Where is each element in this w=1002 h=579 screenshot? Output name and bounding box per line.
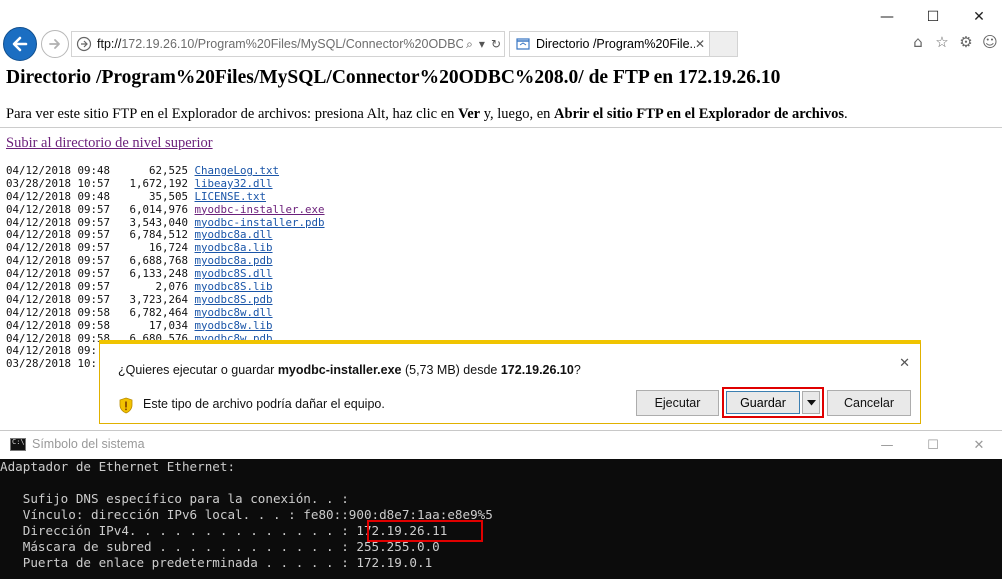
divider — [0, 127, 1002, 128]
cmd-maximize-button[interactable]: ☐ — [910, 432, 956, 458]
file-link[interactable]: myodbc8w.lib — [195, 319, 273, 332]
hint-part-2: Ver — [458, 106, 481, 122]
cmd-line-dns-suffix: Sufijo DNS específico para la conexión. … — [0, 491, 349, 506]
cancel-button[interactable]: Cancelar — [827, 390, 911, 416]
download-file-name: myodbc-installer.exe — [277, 363, 402, 377]
question-prefix: ¿Quieres ejecutar o guardar — [118, 363, 278, 377]
notification-close-icon[interactable]: ✕ — [899, 356, 910, 371]
file-link[interactable]: myodbc8w.dll — [195, 306, 273, 319]
back-button[interactable] — [3, 27, 37, 61]
hint-part-1: Para ver este sitio FTP en el Explorador… — [6, 106, 459, 122]
question-suffix: ? — [573, 363, 581, 377]
file-meta: 04/12/2018 09:58 17,034 — [6, 318, 195, 332]
file-link[interactable]: myodbc-installer.exe — [195, 203, 325, 216]
download-host: 172.19.26.10 — [500, 363, 574, 377]
cmd-icon — [10, 438, 26, 451]
ftp-folder-icon — [76, 36, 92, 52]
save-options-button[interactable] — [802, 391, 820, 414]
address-url[interactable]: ftp://172.19.26.10/Program%20Files/MySQL… — [97, 37, 463, 51]
file-meta: 04/12/2018 09:57 2,076 — [6, 280, 195, 294]
file-meta: 04/12/2018 09:57 6,784,512 — [6, 228, 195, 242]
address-url-prefix: ftp:// — [97, 37, 122, 51]
file-meta: 04/12/2018 09:57 3,543,040 — [6, 215, 195, 229]
question-size: (5,73 MB) desde — [401, 363, 501, 377]
forward-icon — [49, 39, 60, 49]
new-tab-button[interactable] — [709, 31, 738, 57]
forward-button[interactable] — [41, 30, 69, 58]
file-link[interactable]: libeay32.dll — [195, 177, 273, 190]
address-bar[interactable]: ftp://172.19.26.10/Program%20Files/MySQL… — [71, 31, 505, 57]
cmd-line-gateway: Puerta de enlace predeterminada . . . . … — [0, 555, 433, 570]
cmd-minimize-button[interactable]: — — [864, 432, 910, 458]
hint-part-3: y, luego, en — [480, 106, 555, 122]
smiley-icon[interactable]: ☺ — [980, 32, 1000, 52]
file-link[interactable]: LICENSE.txt — [195, 190, 267, 203]
chevron-down-icon — [806, 399, 816, 405]
page-content: Directorio /Program%20Files/MySQL/Connec… — [0, 62, 1002, 370]
file-meta: 04/12/2018 09:57 16,724 — [6, 241, 195, 255]
tab-ftp-directory[interactable]: Directorio /Program%20File... ✕ — [509, 31, 710, 57]
shield-warning-icon — [119, 397, 133, 414]
tab-title: Directorio /Program%20File... — [536, 37, 695, 51]
file-meta: 03/28/2018 10: — [6, 357, 98, 371]
cmd-titlebar: Símbolo del sistema — ☐ ✕ — [0, 430, 1002, 460]
home-icon[interactable]: ⌂ — [908, 32, 928, 52]
navigation-bar: ftp://172.19.26.10/Program%20Files/MySQL… — [0, 24, 1002, 62]
tab-close-icon[interactable]: ✕ — [695, 37, 709, 51]
file-meta: 04/12/2018 09:57 6,688,768 — [6, 254, 195, 268]
dropdown-icon[interactable]: ▾ — [476, 37, 488, 51]
download-notification-bar: ¿Quieres ejecutar o guardar myodbc-insta… — [99, 340, 921, 424]
file-meta: 03/28/2018 10:57 1,672,192 — [6, 176, 195, 190]
file-link[interactable]: ChangeLog.txt — [195, 164, 280, 177]
run-button[interactable]: Ejecutar — [636, 390, 719, 416]
cmd-window-controls: — ☐ ✕ — [864, 432, 1002, 458]
cmd-line-adapter: Adaptador de Ethernet Ethernet: — [0, 459, 236, 474]
file-meta: 04/12/2018 09: — [6, 344, 98, 358]
file-link[interactable]: myodbc8S.lib — [195, 280, 273, 293]
cmd-window-title: Símbolo del sistema — [32, 437, 145, 451]
address-url-rest: 172.19.26.10/Program%20Files/MySQL/Conne… — [121, 37, 464, 51]
search-icon[interactable]: ⌕ — [463, 37, 476, 52]
download-warning-text: Este tipo de archivo podría dañar el equ… — [143, 397, 385, 411]
save-button-highlight: Guardar — [722, 387, 824, 418]
toolbar-icons: ⌂ ☆ ⚙ ☺ — [908, 32, 1000, 52]
file-link[interactable]: myodbc8a.dll — [195, 228, 273, 242]
parent-directory-link[interactable]: Subir al directorio de nivel superior — [6, 135, 213, 152]
file-link[interactable]: myodbc8S.pdb — [195, 293, 273, 306]
ipv4-highlight — [367, 520, 483, 542]
refresh-icon[interactable]: ↻ — [488, 37, 504, 51]
file-link[interactable]: myodbc8a.lib — [195, 241, 273, 254]
file-meta: 04/12/2018 09:57 3,723,264 — [6, 292, 195, 306]
cmd-close-button[interactable]: ✕ — [956, 432, 1002, 458]
file-link[interactable]: myodbc8S.dll — [195, 267, 273, 280]
file-meta: 04/12/2018 09:57 6,014,976 — [6, 202, 195, 216]
page-title: Directorio /Program%20Files/MySQL/Connec… — [6, 67, 781, 88]
file-meta: 04/12/2018 09:48 35,505 — [6, 189, 195, 203]
ftp-hint: Para ver este sitio FTP en el Explorador… — [6, 106, 1002, 123]
favorites-star-icon[interactable]: ☆ — [932, 32, 952, 52]
download-question: ¿Quieres ejecutar o guardar myodbc-insta… — [118, 363, 581, 377]
page-icon — [516, 38, 530, 50]
save-button[interactable]: Guardar — [726, 391, 800, 414]
hint-part-5: . — [844, 106, 848, 122]
file-meta: 04/12/2018 09:58 6,782,464 — [6, 305, 195, 319]
back-icon — [12, 36, 28, 52]
settings-gear-icon[interactable]: ⚙ — [956, 32, 976, 52]
file-link[interactable]: myodbc-installer.pdb — [195, 216, 325, 229]
file-meta: 04/12/2018 09:57 6,133,248 — [6, 267, 195, 281]
hint-part-4: Abrir el sitio FTP en el Explorador de a… — [554, 106, 845, 122]
file-link[interactable]: myodbc8a.pdb — [195, 254, 273, 267]
cmd-console[interactable]: Adaptador de Ethernet Ethernet: Sufijo D… — [0, 459, 1002, 579]
file-meta: 04/12/2018 09:48 62,525 — [6, 164, 195, 177]
